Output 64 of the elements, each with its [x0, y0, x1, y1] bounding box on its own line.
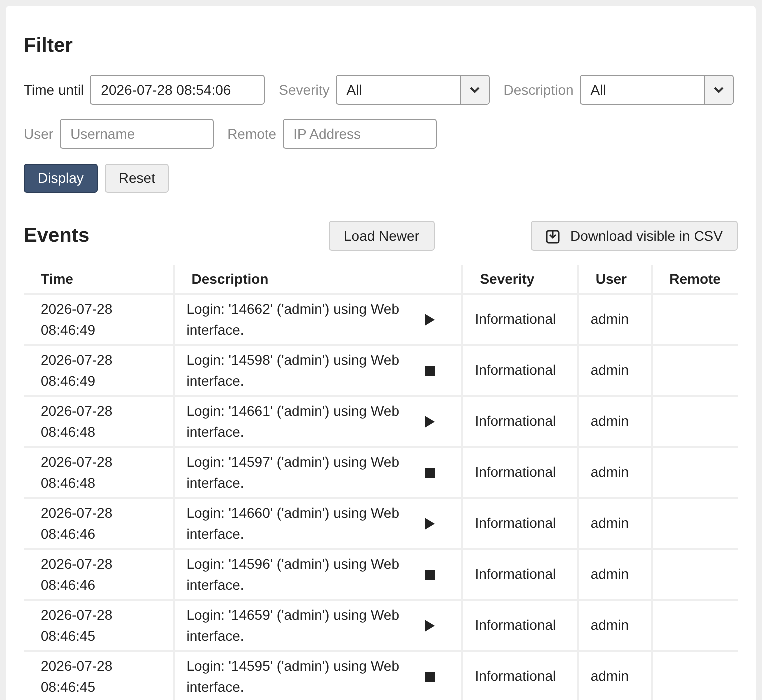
time-cell: 2026-07-28 08:46:48	[24, 447, 174, 498]
select-field[interactable]: All	[336, 75, 490, 105]
input-field[interactable]: 2026-07-28 08:54:06	[90, 75, 266, 105]
play-icon	[425, 416, 436, 428]
time-cell: 2026-07-28 08:46:49	[24, 294, 174, 345]
time-cell: 2026-07-28 08:46:49	[24, 345, 174, 396]
user-cell: admin	[578, 345, 652, 396]
chevron-down-icon	[714, 86, 724, 94]
field-label: Description	[504, 80, 574, 100]
description-cell-text: Login: '14596' ('admin') using Web interface.	[186, 554, 401, 594]
column-header: Description	[174, 265, 462, 294]
input-field[interactable]: Username	[60, 119, 214, 149]
events-title: Events	[24, 224, 91, 249]
field-label: Severity	[279, 80, 330, 100]
severity-cell: Informational	[462, 549, 578, 600]
description-cell-text: Login: '14598' ('admin') using Web interface.	[186, 350, 401, 390]
description-cell-text: Login: '14659' ('admin') using Web interface.	[186, 606, 401, 646]
description-cell-text: Login: '14662' ('admin') using Web interface.	[186, 300, 401, 340]
download-csv-button[interactable]: Download visible in CSV	[531, 221, 738, 251]
severity-cell: Informational	[462, 345, 578, 396]
user-cell: admin	[578, 498, 652, 549]
severity-cell: Informational	[462, 396, 578, 447]
reset-button[interactable]: Reset	[104, 164, 170, 193]
stop-icon	[425, 570, 436, 580]
time-cell: 2026-07-28 08:46:48	[24, 396, 174, 447]
severity-cell: Informational	[462, 600, 578, 651]
user-cell: admin	[578, 447, 652, 498]
severity-cell: Informational	[462, 294, 578, 345]
load-newer-button[interactable]: Load Newer	[329, 221, 434, 251]
description-cell-text: Login: '14595' ('admin') using Web interface.	[186, 656, 401, 696]
column-header: Severity	[462, 265, 578, 294]
description-cell-text: Login: '14597' ('admin') using Web interface.	[186, 452, 401, 492]
severity-cell: Informational	[462, 498, 578, 549]
time-cell: 2026-07-28 08:46:46	[24, 498, 174, 549]
user-cell: admin	[578, 549, 652, 600]
severity-cell: Informational	[462, 447, 578, 498]
column-header: Time	[24, 265, 174, 294]
time-cell: 2026-07-28 08:46:46	[24, 549, 174, 600]
chevron-down-icon	[470, 86, 480, 94]
description-cell-text: Login: '14661' ('admin') using Web interface.	[186, 402, 401, 442]
time-cell: 2026-07-28 08:46:45	[24, 600, 174, 651]
user-cell: admin	[578, 651, 652, 700]
download-icon	[546, 228, 560, 244]
input-field[interactable]: IP Address	[282, 119, 437, 149]
description-cell-text: Login: '14660' ('admin') using Web interface.	[186, 504, 401, 544]
user-cell: admin	[578, 294, 652, 345]
severity-cell: Informational	[462, 651, 578, 700]
time-cell: 2026-07-28 08:46:45	[24, 651, 174, 700]
stop-icon	[425, 468, 436, 478]
play-icon	[425, 314, 436, 326]
filter-title: Filter	[24, 34, 74, 58]
select-field[interactable]: All	[580, 75, 734, 105]
field-label: Time until	[24, 80, 84, 100]
column-header: User	[578, 265, 652, 294]
stop-icon	[425, 366, 436, 376]
user-cell: admin	[578, 600, 652, 651]
column-header: Remote	[652, 265, 738, 294]
play-icon	[425, 620, 436, 632]
display-button[interactable]: Display	[24, 164, 98, 193]
field-label: User	[24, 124, 54, 144]
play-icon	[425, 518, 436, 530]
field-label: Remote	[228, 124, 277, 144]
stop-icon	[425, 672, 436, 682]
user-cell: admin	[578, 396, 652, 447]
